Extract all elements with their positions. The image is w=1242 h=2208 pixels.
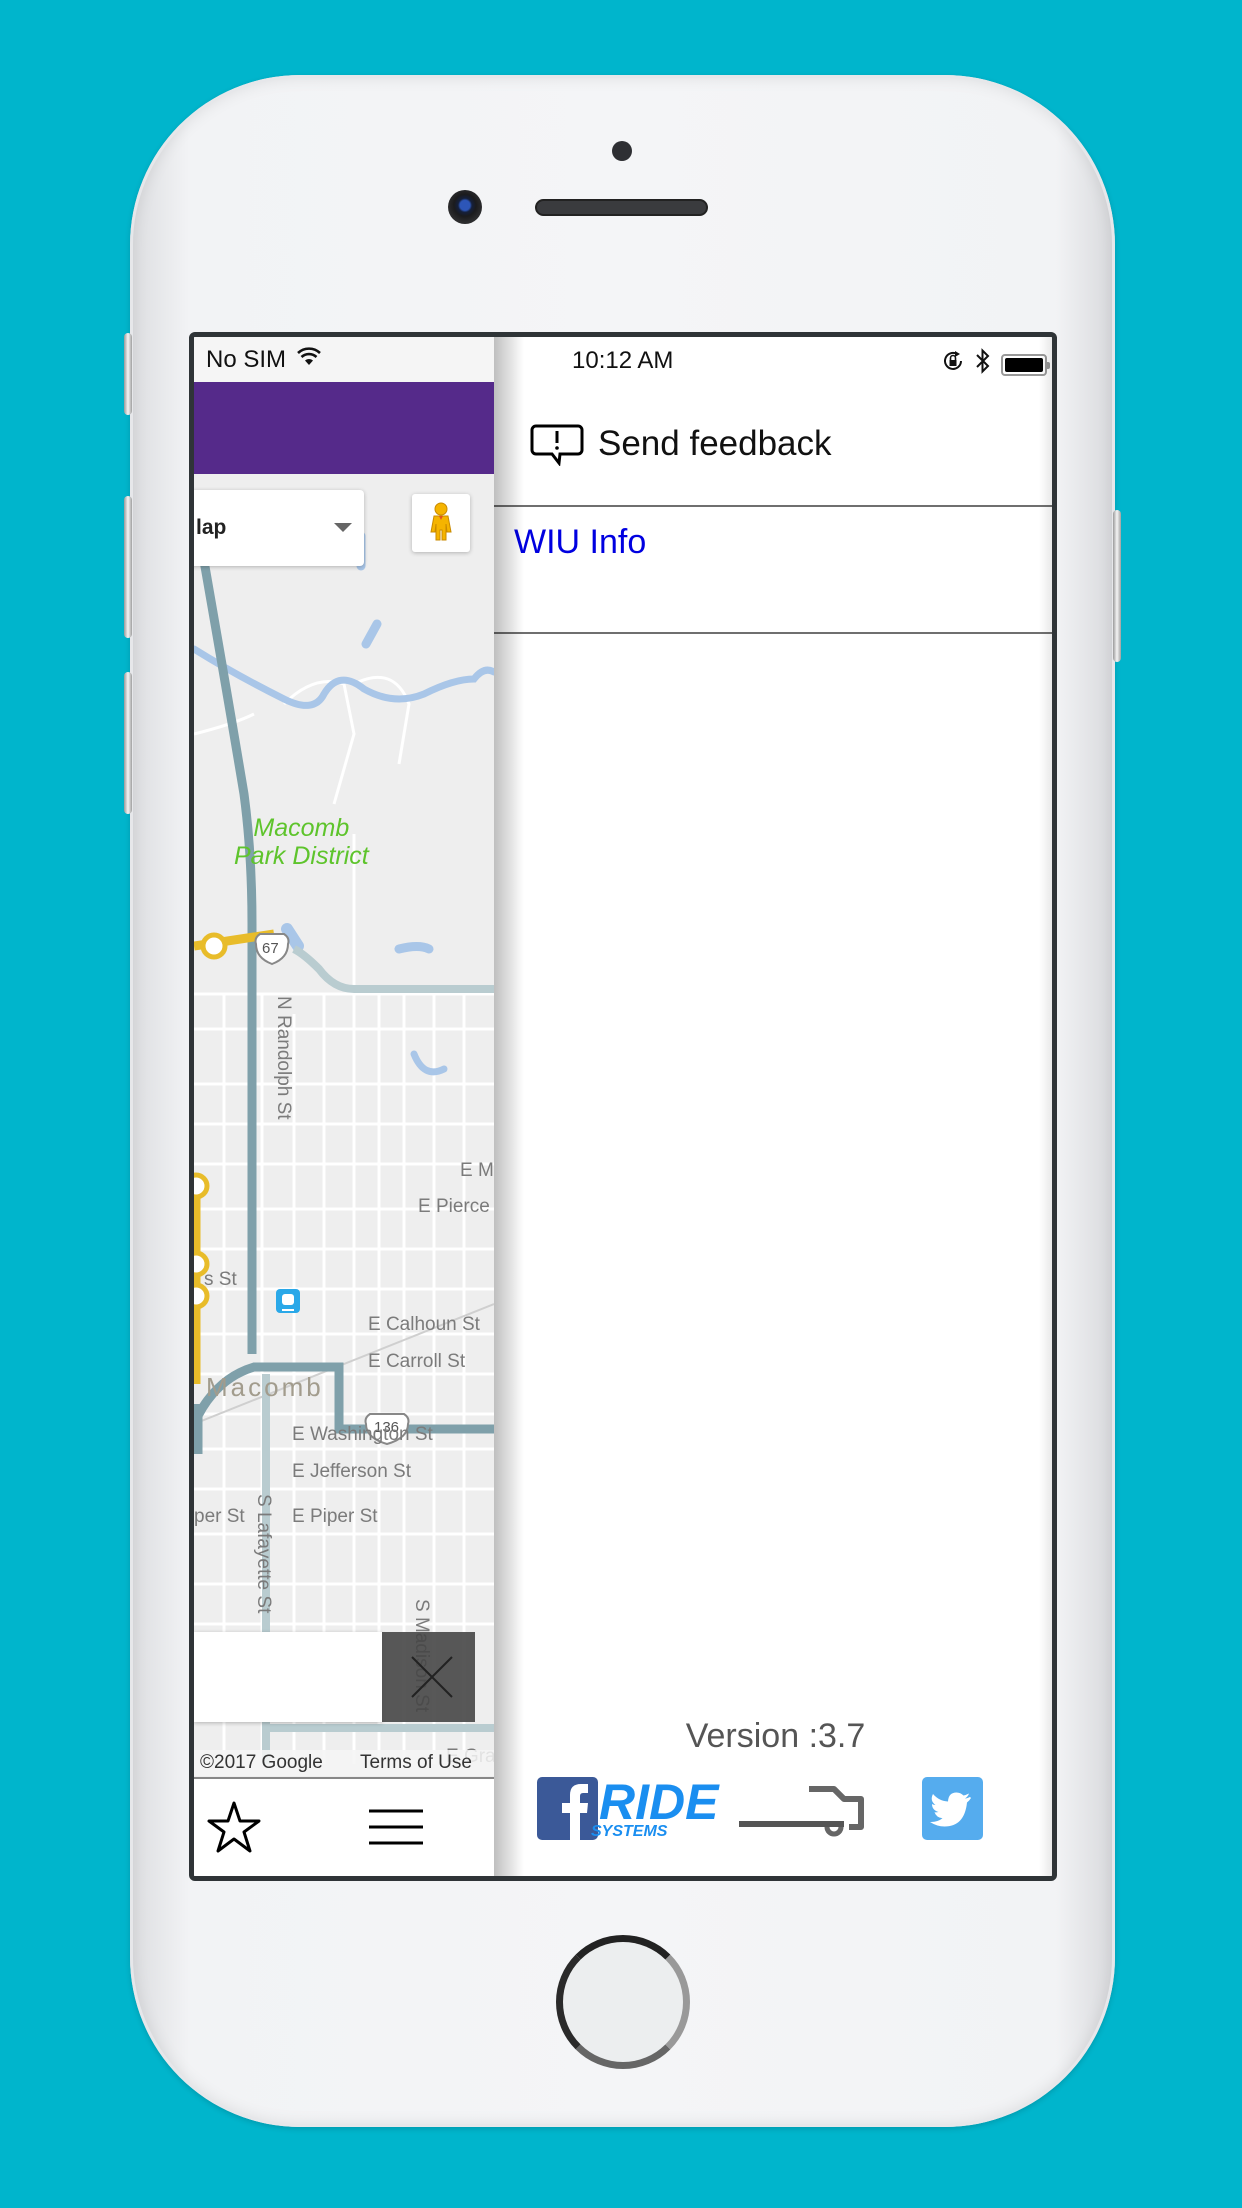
send-feedback-label: Send feedback [598,423,832,463]
status-bar-left: No SIM [194,337,494,382]
wiu-info-link[interactable]: WIU Info [514,523,646,561]
star-icon[interactable] [206,1799,262,1860]
send-feedback-item[interactable]: Send feedback [494,382,1052,507]
street-label-lafayette: S Lafayette St [253,1494,274,1614]
bus-stop-marker[interactable] [200,932,228,960]
park-district-label: Macomb Park District [234,814,369,870]
bus-stop-marker[interactable] [194,1172,210,1200]
map-canvas [194,503,494,1764]
map-info-popup[interactable] [194,1632,382,1722]
earpiece-speaker [535,199,708,216]
close-icon [411,1656,453,1698]
hamburger-menu-icon[interactable] [369,1809,423,1850]
street-label-jefferson: E Jefferson St [292,1461,411,1482]
route-shield-67-label: 67 [262,940,279,957]
proximity-sensor [612,141,632,161]
wifi-icon [296,346,322,374]
battery-icon [1001,353,1050,376]
rotation-lock-icon [941,349,965,380]
app-header-bar [194,382,494,474]
chevron-down-icon [334,523,352,532]
street-label-pierce: E Pierce [418,1196,490,1217]
volume-up-button [124,496,132,638]
footer-logos: RIDE SYSTEMS [494,1774,1052,1850]
app-version: Version :3.7 [685,1717,866,1755]
street-label-piper: E Piper St [292,1506,378,1527]
power-button [1113,510,1121,662]
secondary-road [292,945,494,993]
home-button[interactable] [556,1935,690,2069]
map-attribution: ©2017 Google Terms of Use [194,1750,494,1776]
wiu-info-item[interactable]: WIU Info [494,509,1052,634]
twitter-button[interactable] [922,1777,983,1840]
map-type-dropdown[interactable]: lap [194,490,364,566]
pegman-icon [430,502,452,541]
bottom-nav-bar [194,1777,494,1876]
street-label-em: E M [460,1160,494,1181]
bluetooth-icon [975,348,991,381]
street-label-carroll: E Carroll St [368,1351,466,1372]
feedback-icon [530,424,584,471]
street-label-piper-left: per St [194,1506,245,1527]
ride-systems-logo[interactable]: RIDE SYSTEMS [589,1774,889,1850]
side-drawer: 10:12 AM Send feedback WIU Info Version … [494,337,1052,1876]
map-type-label: lap [196,516,227,539]
status-time: 10:12 AM [572,347,674,374]
phone-screen: No SIM lap Macomb Park District 67 136 N… [189,332,1057,1881]
map-app-panel: No SIM lap Macomb Park District 67 136 N… [194,337,494,1876]
town-label-macomb: Macomb [206,1372,324,1402]
systems-logo-text: SYSTEMS [591,1823,668,1840]
popup-close-button[interactable] [382,1632,475,1722]
street-label-washington: E Washington St [292,1424,433,1445]
silent-switch [124,333,132,415]
front-camera [448,190,482,224]
street-view-pegman-button[interactable] [412,494,470,552]
street-label-s-st: s St [204,1269,237,1290]
twitter-icon [930,1792,971,1827]
street-label-calhoun: E Calhoun St [368,1314,480,1335]
map-view[interactable]: lap Macomb Park District 67 136 N Randol… [194,474,494,1767]
street-label-randolph: N Randolph St [273,996,294,1120]
volume-down-button [124,672,132,814]
status-bar-right: 10:12 AM [494,337,1052,382]
carrier-label: No SIM [206,345,287,373]
terms-of-use-link[interactable]: Terms of Use [360,1752,472,1774]
train-station-icon[interactable] [276,1289,300,1313]
google-copyright: ©2017 Google [200,1752,323,1773]
